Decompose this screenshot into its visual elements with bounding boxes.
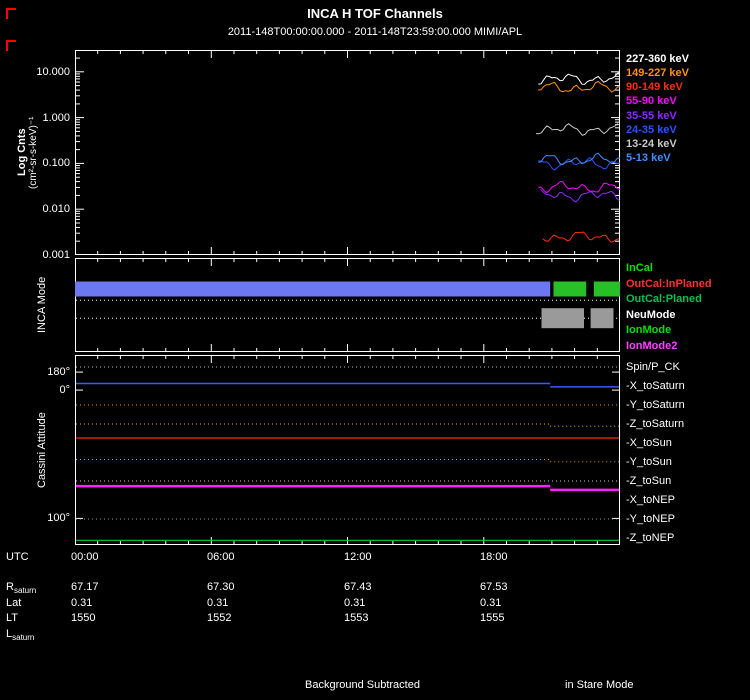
legend-5-13-kev: 5-13 keV (626, 152, 671, 164)
stare-mode-note: in Stare Mode (565, 679, 634, 691)
eph-value: 67.30 (207, 581, 235, 593)
att-label-z-to-nep: -Z_toNEP (626, 532, 675, 544)
legend-227-360-kev: 227-360 keV (626, 53, 689, 65)
background-subtracted-note: Background Subtracted (305, 679, 420, 691)
page-title: INCA H TOF Channels (307, 6, 443, 21)
mode-label-ionmode: IonMode (626, 324, 672, 336)
page-subtitle: 2011-148T00:00:00.000 - 2011-148T23:59:0… (227, 26, 523, 38)
mode-label-ionmode2: IonMode2 (626, 340, 678, 352)
att-label-y-to-saturn: -Y_toSaturn (626, 399, 685, 411)
utc-tick: 12:00 (344, 551, 372, 563)
cassini-attitude-panel (75, 355, 620, 545)
eph-value: 0.31 (71, 597, 93, 609)
attitude-ytick: 0° (59, 384, 70, 396)
tof-ytick: 1.000 (42, 112, 70, 124)
att-label-z-to-sun: -Z_toSun (626, 475, 672, 487)
tof-flux-panel (75, 50, 620, 255)
mode-label-outcal-inplaned: OutCal:InPlaned (626, 278, 712, 290)
eph-value: 1550 (71, 612, 96, 624)
series-line-227-360-keV (538, 72, 620, 85)
panel-frame (75, 50, 620, 255)
legend-24-35-kev: 24-35 keV (626, 124, 677, 136)
att-label-z-to-saturn: -Z_toSaturn (626, 418, 685, 430)
tof-y-axis-title: Log Cnts (cm²-sr-s-keV)⁻¹ (16, 50, 39, 255)
eph-value: 1552 (207, 612, 232, 624)
series-line-13-24-keV (535, 123, 619, 136)
series-line-149-227-keV (538, 80, 620, 93)
att-label-x-to-saturn: -X_toSaturn (626, 380, 685, 392)
tof-ytick: 10.000 (36, 66, 70, 78)
legend-13-24-kev: 13-24 keV (626, 138, 677, 150)
inca-mode-panel (75, 258, 620, 352)
legend-35-55-kev: 35-55 keV (626, 110, 677, 122)
legend-149-227-kev: 149-227 keV (626, 67, 689, 79)
tof-ytick: 0.010 (42, 203, 70, 215)
series-line-55-90-keV (538, 181, 620, 194)
mode-label-incal: InCal (626, 262, 653, 274)
legend-55-90-kev: 55-90 keV (626, 95, 677, 107)
legend-90-149-kev: 90-149 keV (626, 81, 683, 93)
eph-label-lat: Lat (6, 597, 22, 609)
tof-ytick: 0.001 (42, 249, 70, 261)
eph-value: 1555 (480, 612, 505, 624)
eph-value: 1553 (344, 612, 369, 624)
tof-ytick: 0.100 (42, 157, 70, 169)
series-line-90-149-keV (542, 231, 620, 243)
att-label-y-to-nep: -Y_toNEP (626, 513, 675, 525)
att-label-x-to-nep: -X_toNEP (626, 494, 675, 506)
att-label-y-to-sun: -Y_toSun (626, 456, 672, 468)
utc-tick: 18:00 (480, 551, 508, 563)
mode-bar-neumode (541, 308, 584, 329)
utc-tick: 06:00 (207, 551, 235, 563)
red-marker-icon (6, 8, 16, 19)
eph-value: 0.31 (344, 597, 366, 609)
att-label-spin-pck: Spin/P_CK (626, 361, 680, 373)
inca-tof-screen: INCA H TOF Channels 2011-148T00:00:00.00… (0, 0, 750, 700)
eph-label-lt: LT (6, 612, 19, 624)
red-marker-icon (6, 40, 16, 51)
mode-bar-outcal-inplaned (75, 281, 551, 297)
eph-value: 67.43 (344, 581, 372, 593)
eph-value: 67.17 (71, 581, 99, 593)
mode-label-outcal-planed: OutCal:Planed (626, 293, 702, 305)
mode-y-axis-title: INCA Mode (36, 276, 48, 334)
att-label-x-to-sun: -X_toSun (626, 437, 672, 449)
eph-value: 67.53 (480, 581, 508, 593)
eph-value: 0.31 (207, 597, 229, 609)
attitude-ytick: 100° (47, 512, 70, 524)
eph-label-r: Rsaturn (6, 581, 37, 596)
tof-y-axis-title-units: (cm²-sr-s-keV)⁻¹ (28, 116, 39, 189)
utc-tick: 00:00 (71, 551, 99, 563)
mode-bar-outcal-inplaned (593, 281, 620, 297)
series-line-35-55-keV (540, 188, 620, 203)
eph-value: 0.31 (480, 597, 502, 609)
mode-bar-outcal-inplaned (553, 281, 587, 297)
attitude-ytick: 180° (47, 366, 70, 378)
panel-frame (75, 258, 620, 352)
tof-y-axis-title-line1: Log Cnts (16, 128, 28, 177)
eph-label-l: Lsaturn (6, 628, 35, 643)
mode-label-neumode: NeuMode (626, 309, 676, 321)
utc-axis-label: UTC (6, 551, 29, 563)
series-line-24-35-keV (538, 157, 620, 171)
mode-bar-neumode (590, 308, 614, 329)
